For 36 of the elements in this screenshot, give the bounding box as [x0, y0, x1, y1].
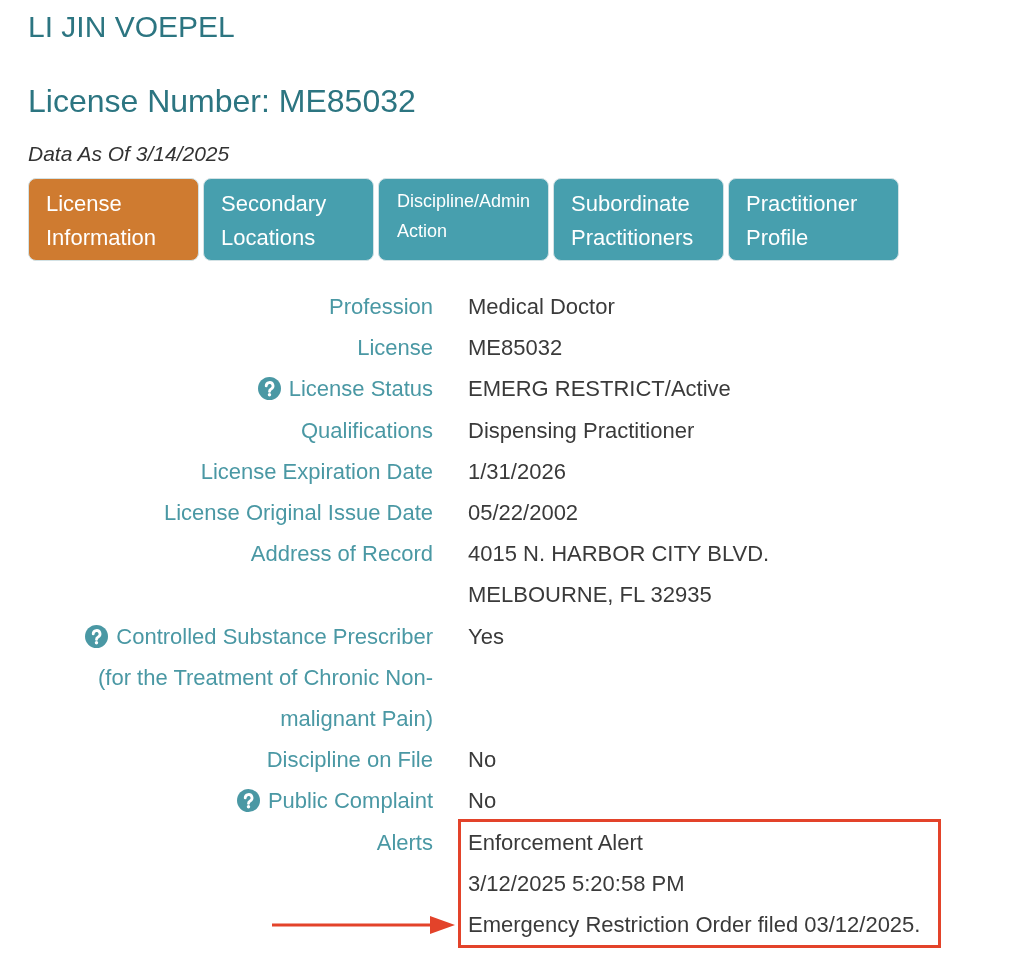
field-label: License Status — [288, 376, 433, 402]
field-label: License Original Issue Date — [163, 500, 433, 525]
help-icon[interactable] — [236, 789, 260, 813]
field-value: MELBOURNE, FL 32935 — [468, 582, 712, 608]
field-value: Emergency Restriction Order filed 03/12/2025. — [468, 912, 921, 938]
field-value: ME85032 — [468, 335, 563, 361]
field-value: Yes — [468, 623, 504, 649]
field-value: Medical Doctor — [468, 294, 615, 319]
help-icon[interactable] — [85, 624, 109, 648]
tab[interactable]: License Information — [28, 178, 199, 261]
tab[interactable]: Practitioner Profile — [728, 178, 899, 261]
field-value: No — [468, 788, 497, 814]
license-number-heading: License Number: ME85032 — [28, 82, 416, 120]
data-date-note: Data As Of 3/14/2025 — [28, 141, 230, 167]
field-value: Dispensing Practitioner — [468, 417, 695, 443]
field-label: Qualifications — [300, 417, 433, 443]
tab[interactable]: Discipline/Admin Action — [378, 178, 549, 261]
field-label: Public Complaint — [267, 788, 433, 814]
field-label: License — [357, 335, 433, 361]
field-label: Address of Record — [250, 541, 433, 567]
field-value: 4015 N. HARBOR CITY BLVD. — [468, 541, 770, 567]
field-label: Controlled Substance Prescriber (for the Treatment of Chronic Non-malignant Pain) — [97, 623, 433, 732]
field-value: 05/22/2002 — [468, 500, 579, 525]
field-label: Discipline on File — [266, 747, 433, 773]
practitioner-name: LI JIN VOEPEL — [28, 9, 235, 45]
field-value: 3/12/2025 5:20:58 PM — [468, 870, 685, 896]
tab[interactable]: Subordinate Practitioners — [553, 178, 724, 261]
field-value: No — [468, 747, 497, 773]
field-value: EMERG RESTRICT/Active — [468, 376, 731, 402]
field-label: License Expiration Date — [200, 458, 433, 484]
help-icon[interactable] — [257, 377, 281, 401]
tab[interactable]: Secondary Locations — [203, 178, 374, 261]
field-value: 1/31/2026 — [468, 458, 566, 484]
field-label: Profession — [329, 294, 433, 319]
field-value: Enforcement Alert — [468, 829, 643, 855]
field-label: Alerts — [376, 829, 433, 855]
